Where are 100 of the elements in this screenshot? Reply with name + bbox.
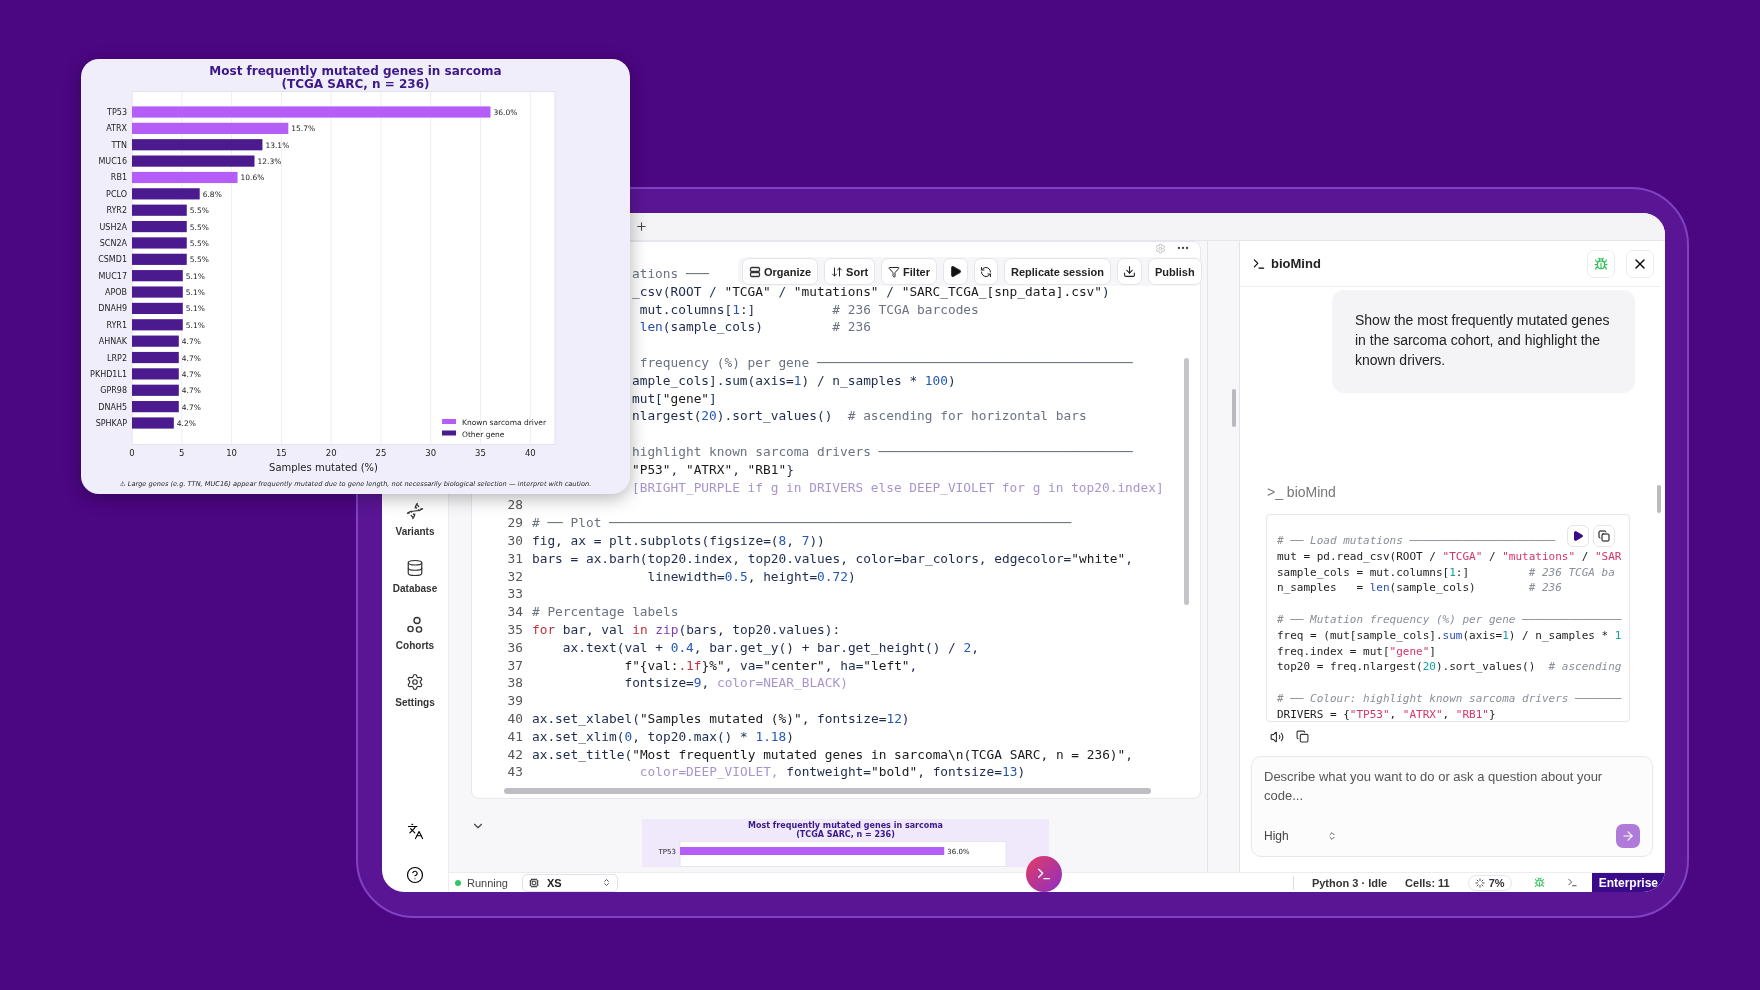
code-line: ax.text(val + 0.4, bar.get_y() + bar.get_height() / 2, [561, 638, 979, 657]
size-select[interactable]: XS [522, 873, 618, 892]
code-line: len(sample_cols) # 236 [638, 318, 871, 337]
plan-badge: Enterprise [1591, 872, 1665, 892]
category-label: DNAH5 [98, 402, 127, 412]
terminal-icon [1036, 866, 1052, 882]
code-line: ations ─── [632, 265, 710, 283]
category-label: GPR98 [100, 386, 127, 396]
terminal-icon[interactable] [1566, 877, 1578, 888]
chevrons-icon [602, 878, 611, 887]
code-line: top20 = freq.nlargest(20).sort_values() # ascending [1277, 659, 1622, 676]
user-message: Show the most frequently mutated genes in the sarcoma cohort, and highlight the known drivers. [1332, 290, 1635, 393]
replicate-session-button[interactable]: Replicate session [1004, 258, 1111, 285]
line-number: 38 [506, 674, 523, 693]
help-icon[interactable] [406, 866, 424, 884]
status-dot [455, 879, 461, 886]
tick-label: 30 [425, 448, 437, 458]
copy-icon [1598, 530, 1610, 542]
publish-button[interactable]: Publish [1147, 258, 1202, 285]
line-number: 28 [506, 496, 523, 515]
category-label: CSMD1 [98, 255, 127, 265]
run-button[interactable] [943, 258, 968, 285]
code-line: # ── Load mutations ────────────────────── [1277, 533, 1556, 549]
tick-label: 20 [325, 448, 337, 458]
tick-label: 10 [226, 448, 237, 458]
code-line: frequency (%) per gene ───────────────────────────────────────── [638, 354, 1133, 372]
code-line: fig, ax = plt.subplots(figsize=(8, 7)) [532, 531, 825, 550]
message-field[interactable]: Describe what you want to do or ask a question about your code... [1264, 767, 1640, 807]
organize-button[interactable]: Organize [742, 258, 819, 285]
line-number: 32 [506, 567, 523, 586]
filter-icon [888, 265, 901, 278]
code-line: for bar, val in zip(bars, top20.values): [532, 620, 841, 639]
category-label: APOB [104, 288, 127, 298]
line-number: 35 [506, 620, 523, 639]
refresh-button[interactable] [974, 258, 998, 285]
tick-label: 0 [129, 448, 135, 458]
plus-icon[interactable] [635, 220, 648, 233]
code-line: ax.set_title("Most frequently mutated genes in sarcoma\n(TCGA SARC, n = 236)", [532, 745, 1133, 764]
message-input[interactable]: Describe what you want to do or ask a question about your code... High [1251, 756, 1653, 857]
line-number: 31 [506, 549, 523, 568]
code-line: fontsize=9, color=NEAR_BLACK) [623, 674, 848, 693]
line-number: 36 [506, 638, 523, 657]
line-number: 34 [506, 603, 523, 621]
category-label: PCLO [106, 189, 127, 199]
tick-label: 15 [275, 448, 287, 458]
settings-icon [406, 673, 424, 691]
line-number: 43 [506, 763, 523, 782]
category-label: RYR2 [106, 206, 127, 216]
horizontal-scrollbar[interactable] [504, 788, 1151, 795]
sort-button[interactable]: Sort [824, 258, 876, 285]
rows-icon [749, 265, 761, 278]
code-line: # ── Mutation frequency (%) per gene ─────────────── [1277, 612, 1622, 628]
code-line: ax.set_xlim(0, top20.max() * 1.18) [532, 727, 794, 746]
category-label: TP53 [107, 108, 127, 117]
copy-icon[interactable] [1296, 730, 1309, 743]
chart-title: Most frequently mutated genes in sarcoma (TCGA SARC, n = 236) [208, 63, 503, 91]
code-line: color=DEEP_VIOLET, fontweight="bold", fontsize=13) [638, 763, 1026, 782]
sort-icon [831, 265, 844, 278]
code-line: nlargest(20).sort_values() # ascending for horizontal bars [632, 407, 1087, 426]
category-label: AHNAK [98, 337, 127, 347]
copy-button[interactable] [1593, 525, 1615, 547]
code-line: bars = ax.barh(top20.index, top20.values, color=bar_colors, edgecolor="white", [532, 549, 1133, 568]
tick-label: 35 [475, 448, 486, 458]
code-line: "P53", "ATRX", "RB1"} [632, 460, 794, 479]
code-line: ax.set_xlabel("Samples mutated (%)", fontsize=12) [532, 709, 910, 728]
filter-button[interactable]: Filter [881, 258, 937, 285]
tick-label: 40 [524, 448, 536, 458]
status-label: Running [467, 876, 508, 889]
splitter-handle[interactable] [1232, 389, 1236, 427]
category-label: SCN2A [99, 238, 127, 248]
category-label: MUC16 [98, 157, 127, 167]
run-button[interactable] [1567, 525, 1589, 547]
dna-icon [406, 502, 424, 520]
scrollbar[interactable] [1657, 485, 1661, 513]
speaker-icon[interactable] [1270, 730, 1284, 744]
kernel-status: Python 3 · Idle [1311, 876, 1388, 889]
sidebar-item[interactable]: Cohorts [395, 616, 435, 651]
category-label: TTN [111, 140, 127, 150]
send-button[interactable] [1616, 824, 1640, 848]
refresh-icon [980, 265, 992, 278]
close-button[interactable] [1626, 249, 1654, 278]
category-label: DNAH9 [98, 304, 127, 314]
category-label: RYR1 [106, 320, 127, 330]
sidebar-item[interactable]: Settings [395, 673, 435, 708]
effort-select[interactable]: High [1264, 829, 1337, 843]
translate-icon[interactable] [406, 823, 424, 840]
code-line: [BRIGHT_PURPLE if g in DRIVERS else DEEP_VIOLET for g in top20.index] [632, 478, 1164, 497]
terminal-icon [1252, 256, 1266, 271]
category-label: RB1 [110, 173, 127, 183]
line-number: 40 [506, 709, 523, 728]
sidebar-item[interactable]: Variants [395, 502, 435, 537]
vertical-scrollbar[interactable] [1184, 358, 1189, 605]
code-line: # ── Plot ──────────────────────────────────────────────────────────── [532, 514, 1072, 532]
play-icon [949, 265, 962, 278]
sidebar-item[interactable]: Database [392, 559, 438, 594]
code-line: ample_cols].sum(axis=1) / n_samples * 100) [632, 371, 956, 390]
code-line: sample_cols = mut.columns[1:] # 236 TCGA ba [1277, 564, 1615, 581]
category-label: MUC17 [98, 271, 127, 281]
cell-count: Cells: 11 [1405, 876, 1450, 889]
download-button[interactable] [1116, 258, 1142, 285]
